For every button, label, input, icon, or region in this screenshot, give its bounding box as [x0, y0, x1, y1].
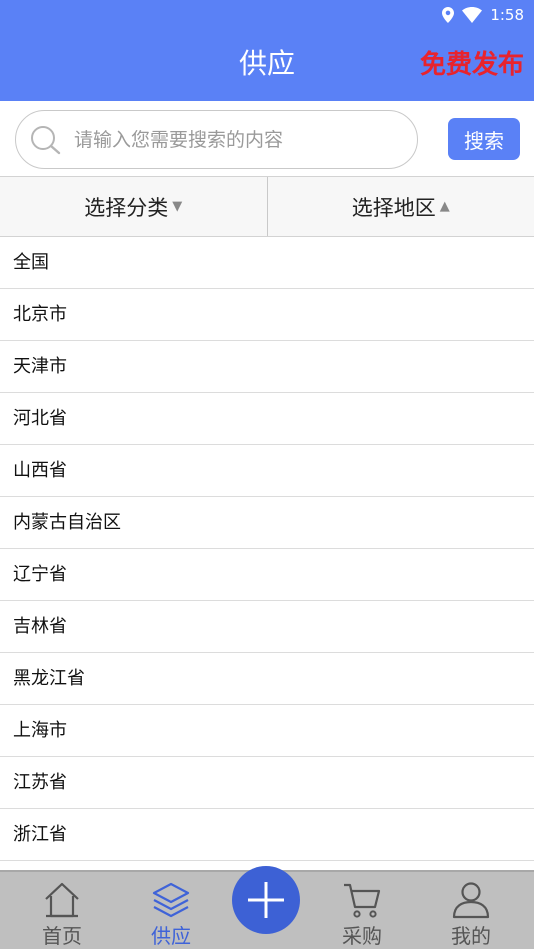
tab-mine[interactable]: 我的: [431, 872, 511, 949]
list-item[interactable]: 天津市: [0, 341, 534, 393]
free-publish-button[interactable]: 免费发布: [420, 46, 524, 84]
triangle-up-icon: ▲: [439, 199, 450, 214]
search-bar: 搜索: [0, 101, 534, 177]
list-item[interactable]: 内蒙古自治区: [0, 497, 534, 549]
search-input[interactable]: [74, 111, 404, 168]
tab-supply-label: 供应: [151, 924, 191, 948]
tab-purchase-label: 采购: [342, 924, 382, 948]
list-item[interactable]: 江苏省: [0, 757, 534, 809]
status-time: 1:58: [490, 6, 524, 24]
wifi-icon: [462, 7, 483, 23]
search-icon: [31, 126, 61, 155]
plus-icon: [248, 882, 284, 918]
add-post-button[interactable]: [232, 866, 300, 934]
tab-supply[interactable]: 供应: [131, 872, 211, 949]
status-bar: 1:58: [442, 4, 524, 26]
list-item[interactable]: 辽宁省: [0, 549, 534, 601]
triangle-down-icon: ▼: [172, 199, 183, 214]
category-filter[interactable]: 选择分类 ▼: [0, 177, 267, 236]
user-icon: [452, 882, 490, 919]
category-filter-label: 选择分类: [84, 195, 169, 220]
list-item[interactable]: 全国: [0, 237, 534, 289]
list-item[interactable]: 河北省: [0, 393, 534, 445]
search-button[interactable]: 搜索: [448, 118, 520, 160]
layers-icon: [152, 882, 190, 918]
search-box[interactable]: [15, 110, 418, 169]
list-item[interactable]: 黑龙江省: [0, 653, 534, 705]
tab-home-label: 首页: [42, 924, 82, 948]
list-item[interactable]: 上海市: [0, 705, 534, 757]
region-filter[interactable]: 选择地区 ▲: [266, 177, 534, 236]
home-icon: [45, 882, 79, 918]
list-item[interactable]: 北京市: [0, 289, 534, 341]
cart-icon: [344, 883, 381, 918]
filter-bar: 选择分类 ▼ 选择地区 ▲: [0, 176, 534, 237]
location-icon: [442, 7, 455, 23]
tab-mine-label: 我的: [451, 924, 491, 948]
list-item[interactable]: 吉林省: [0, 601, 534, 653]
app-header: 1:58 供应 免费发布: [0, 0, 534, 101]
tab-home[interactable]: 首页: [22, 872, 102, 949]
list-item[interactable]: 浙江省: [0, 809, 534, 861]
region-filter-label: 选择地区: [351, 195, 436, 220]
list-item[interactable]: 山西省: [0, 445, 534, 497]
region-list: 全国 北京市 天津市 河北省 山西省 内蒙古自治区 辽宁省 吉林省 黑龙江省 上…: [0, 237, 534, 861]
tab-purchase[interactable]: 采购: [322, 872, 402, 949]
